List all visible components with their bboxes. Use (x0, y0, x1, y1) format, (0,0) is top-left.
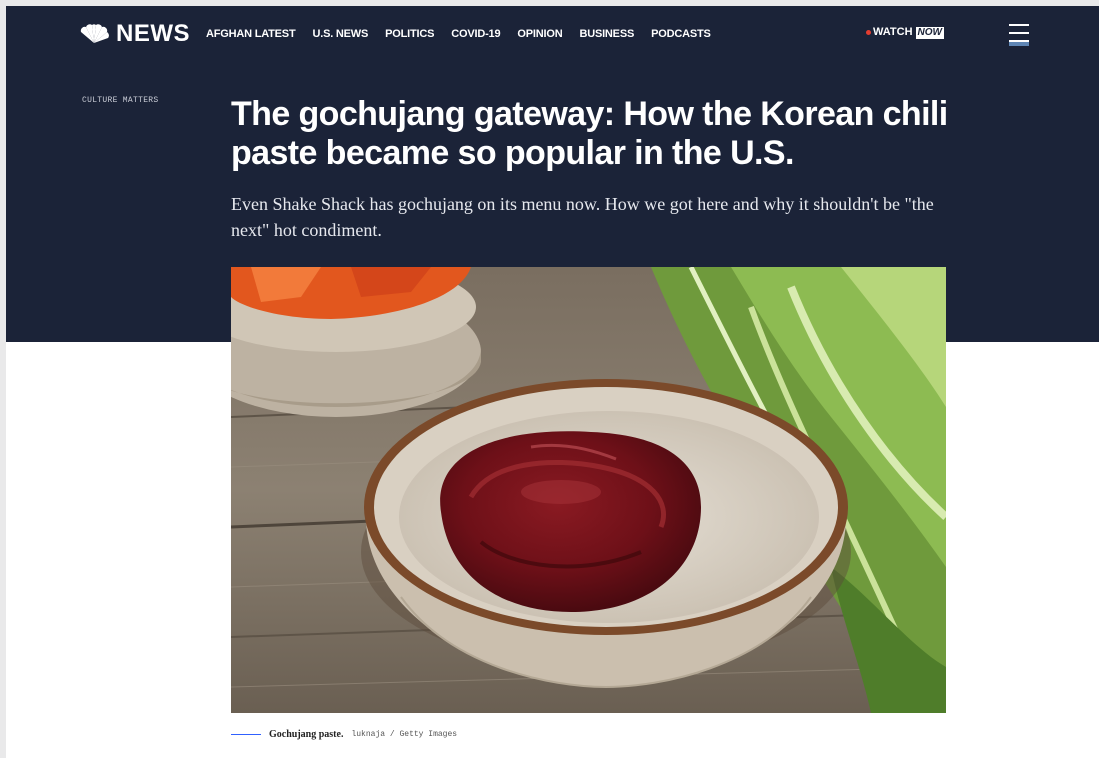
nav-item-podcasts[interactable]: PODCASTS (651, 27, 711, 41)
article-dek: Even Shake Shack has gochujang on its me… (231, 194, 934, 240)
section-label[interactable]: CULTURE MATTERS (82, 96, 159, 105)
now-badge: NOW (915, 26, 944, 39)
watch-label: WATCH (873, 26, 913, 38)
nav-item-afghan-latest[interactable]: AFGHAN LATEST (206, 27, 296, 41)
photo-credit: luknaja / Getty Images (351, 730, 458, 739)
logo-text: NEWS (116, 20, 190, 47)
nav-item-covid-19[interactable]: COVID-19 (451, 27, 500, 41)
image-caption: Gochujang paste. luknaja / Getty Images (231, 729, 457, 740)
nav-item-opinion[interactable]: OPINION (517, 27, 562, 41)
watch-now-button[interactable]: WATCH NOW (866, 26, 944, 39)
page: NEWS AFGHAN LATEST U.S. NEWS POLITICS CO… (6, 6, 1099, 758)
nav-item-us-news[interactable]: U.S. NEWS (312, 27, 368, 41)
nav-item-business[interactable]: BUSINESS (579, 27, 634, 41)
caption-rule (231, 734, 261, 735)
gochujang-photo (231, 267, 946, 713)
article-headline: The gochujang gateway: How the Korean ch… (231, 95, 948, 172)
hamburger-menu-icon[interactable] (1009, 24, 1029, 46)
live-dot-icon (866, 30, 871, 35)
nav-item-politics[interactable]: POLITICS (385, 27, 434, 41)
nbc-news-logo[interactable]: NEWS (78, 21, 190, 47)
peacock-icon (80, 24, 109, 43)
caption-text: Gochujang paste. (269, 729, 344, 740)
article-hero-image[interactable] (231, 267, 946, 713)
site-header: NEWS AFGHAN LATEST U.S. NEWS POLITICS CO… (6, 6, 1099, 62)
main-nav: AFGHAN LATEST U.S. NEWS POLITICS COVID-1… (206, 27, 728, 41)
